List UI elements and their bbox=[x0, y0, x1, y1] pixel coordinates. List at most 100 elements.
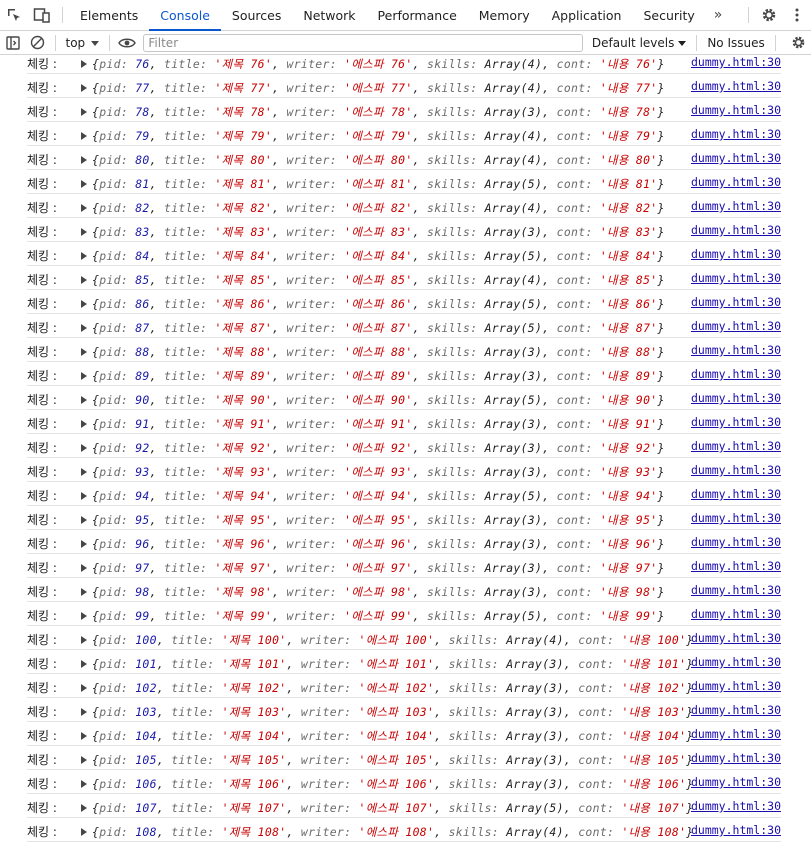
source-link[interactable]: dummy.html:30 bbox=[691, 727, 781, 741]
object-preview[interactable]: {pid: 95, title: '제목 95', writer: '에스파 9… bbox=[81, 512, 665, 528]
expand-triangle-icon[interactable] bbox=[81, 252, 87, 260]
object-preview[interactable]: {pid: 98, title: '제목 98', writer: '에스파 9… bbox=[81, 584, 665, 600]
expand-triangle-icon[interactable] bbox=[81, 636, 87, 644]
source-link[interactable]: dummy.html:30 bbox=[691, 799, 781, 813]
source-link[interactable]: dummy.html:30 bbox=[691, 583, 781, 597]
expand-triangle-icon[interactable] bbox=[81, 132, 87, 140]
source-link[interactable]: dummy.html:30 bbox=[691, 127, 781, 141]
log-levels-dropdown[interactable]: Default levels bbox=[592, 36, 687, 50]
source-link[interactable]: dummy.html:30 bbox=[691, 607, 781, 621]
tab-sources[interactable]: Sources bbox=[221, 0, 292, 30]
object-preview[interactable]: {pid: 77, title: '제목 77', writer: '에스파 7… bbox=[81, 80, 665, 96]
object-preview[interactable]: {pid: 92, title: '제목 92', writer: '에스파 9… bbox=[81, 440, 665, 456]
source-link[interactable]: dummy.html:30 bbox=[691, 511, 781, 525]
object-preview[interactable]: {pid: 79, title: '제목 79', writer: '에스파 7… bbox=[81, 128, 665, 144]
expand-triangle-icon[interactable] bbox=[81, 180, 87, 188]
filter-input[interactable] bbox=[143, 33, 583, 52]
expand-triangle-icon[interactable] bbox=[81, 108, 87, 116]
source-link[interactable]: dummy.html:30 bbox=[691, 55, 781, 69]
source-link[interactable]: dummy.html:30 bbox=[691, 775, 781, 789]
source-link[interactable]: dummy.html:30 bbox=[691, 367, 781, 381]
source-link[interactable]: dummy.html:30 bbox=[691, 271, 781, 285]
object-preview[interactable]: {pid: 91, title: '제목 91', writer: '에스파 9… bbox=[81, 416, 665, 432]
expand-triangle-icon[interactable] bbox=[81, 300, 87, 308]
tab-application[interactable]: Application bbox=[541, 0, 633, 30]
source-link[interactable]: dummy.html:30 bbox=[691, 703, 781, 717]
source-link[interactable]: dummy.html:30 bbox=[691, 79, 781, 93]
object-preview[interactable]: {pid: 82, title: '제목 82', writer: '에스파 8… bbox=[81, 200, 665, 216]
expand-triangle-icon[interactable] bbox=[81, 372, 87, 380]
expand-triangle-icon[interactable] bbox=[81, 588, 87, 596]
object-preview[interactable]: {pid: 105, title: '제목 105', writer: '에스파… bbox=[81, 752, 694, 768]
object-preview[interactable]: {pid: 85, title: '제목 85', writer: '에스파 8… bbox=[81, 272, 665, 288]
source-link[interactable]: dummy.html:30 bbox=[691, 199, 781, 213]
tab-network[interactable]: Network bbox=[292, 0, 366, 30]
source-link[interactable]: dummy.html:30 bbox=[691, 463, 781, 477]
tab-security[interactable]: Security bbox=[632, 0, 705, 30]
expand-triangle-icon[interactable] bbox=[81, 780, 87, 788]
source-link[interactable]: dummy.html:30 bbox=[691, 391, 781, 405]
source-link[interactable]: dummy.html:30 bbox=[691, 631, 781, 645]
object-preview[interactable]: {pid: 94, title: '제목 94', writer: '에스파 9… bbox=[81, 488, 665, 504]
object-preview[interactable]: {pid: 78, title: '제목 78', writer: '에스파 7… bbox=[81, 104, 665, 120]
object-preview[interactable]: {pid: 86, title: '제목 86', writer: '에스파 8… bbox=[81, 296, 665, 312]
source-link[interactable]: dummy.html:30 bbox=[691, 415, 781, 429]
expand-triangle-icon[interactable] bbox=[81, 684, 87, 692]
object-preview[interactable]: {pid: 106, title: '제목 106', writer: '에스파… bbox=[81, 776, 694, 792]
expand-triangle-icon[interactable] bbox=[81, 540, 87, 548]
source-link[interactable]: dummy.html:30 bbox=[691, 223, 781, 237]
source-link[interactable]: dummy.html:30 bbox=[691, 535, 781, 549]
tab-memory[interactable]: Memory bbox=[468, 0, 541, 30]
tab-console[interactable]: Console bbox=[149, 0, 221, 31]
source-link[interactable]: dummy.html:30 bbox=[691, 487, 781, 501]
expand-triangle-icon[interactable] bbox=[81, 732, 87, 740]
object-preview[interactable]: {pid: 99, title: '제목 99', writer: '에스파 9… bbox=[81, 608, 665, 624]
source-link[interactable]: dummy.html:30 bbox=[691, 247, 781, 261]
tab-performance[interactable]: Performance bbox=[367, 0, 468, 30]
object-preview[interactable]: {pid: 83, title: '제목 83', writer: '에스파 8… bbox=[81, 224, 665, 240]
expand-triangle-icon[interactable] bbox=[81, 804, 87, 812]
source-link[interactable]: dummy.html:30 bbox=[691, 823, 781, 837]
object-preview[interactable]: {pid: 103, title: '제목 103', writer: '에스파… bbox=[81, 704, 694, 720]
expand-triangle-icon[interactable] bbox=[81, 660, 87, 668]
object-preview[interactable]: {pid: 76, title: '제목 76', writer: '에스파 7… bbox=[81, 56, 665, 72]
expand-triangle-icon[interactable] bbox=[81, 276, 87, 284]
source-link[interactable]: dummy.html:30 bbox=[691, 103, 781, 117]
expand-triangle-icon[interactable] bbox=[81, 60, 87, 68]
expand-triangle-icon[interactable] bbox=[81, 564, 87, 572]
object-preview[interactable]: {pid: 107, title: '제목 107', writer: '에스파… bbox=[81, 800, 694, 816]
context-selector[interactable]: top bbox=[60, 36, 106, 50]
object-preview[interactable]: {pid: 100, title: '제목 100', writer: '에스파… bbox=[81, 632, 694, 648]
object-preview[interactable]: {pid: 97, title: '제목 97', writer: '에스파 9… bbox=[81, 560, 665, 576]
source-link[interactable]: dummy.html:30 bbox=[691, 295, 781, 309]
object-preview[interactable]: {pid: 87, title: '제목 87', writer: '에스파 8… bbox=[81, 320, 665, 336]
expand-triangle-icon[interactable] bbox=[81, 468, 87, 476]
source-link[interactable]: dummy.html:30 bbox=[691, 559, 781, 573]
expand-triangle-icon[interactable] bbox=[81, 420, 87, 428]
object-preview[interactable]: {pid: 108, title: '제목 108', writer: '에스파… bbox=[81, 824, 694, 840]
expand-triangle-icon[interactable] bbox=[81, 492, 87, 500]
expand-triangle-icon[interactable] bbox=[81, 516, 87, 524]
object-preview[interactable]: {pid: 80, title: '제목 80', writer: '에스파 8… bbox=[81, 152, 665, 168]
device-toolbar-icon[interactable] bbox=[28, 0, 56, 30]
expand-triangle-icon[interactable] bbox=[81, 204, 87, 212]
object-preview[interactable]: {pid: 96, title: '제목 96', writer: '에스파 9… bbox=[81, 536, 665, 552]
issues-button[interactable]: No Issues bbox=[707, 36, 764, 50]
source-link[interactable]: dummy.html:30 bbox=[691, 151, 781, 165]
object-preview[interactable]: {pid: 89, title: '제목 89', writer: '에스파 8… bbox=[81, 368, 665, 384]
expand-triangle-icon[interactable] bbox=[81, 156, 87, 164]
source-link[interactable]: dummy.html:30 bbox=[691, 343, 781, 357]
object-preview[interactable]: {pid: 102, title: '제목 102', writer: '에스파… bbox=[81, 680, 694, 696]
expand-triangle-icon[interactable] bbox=[81, 324, 87, 332]
object-preview[interactable]: {pid: 104, title: '제목 104', writer: '에스파… bbox=[81, 728, 694, 744]
object-preview[interactable]: {pid: 93, title: '제목 93', writer: '에스파 9… bbox=[81, 464, 665, 480]
object-preview[interactable]: {pid: 81, title: '제목 81', writer: '에스파 8… bbox=[81, 176, 665, 192]
object-preview[interactable]: {pid: 84, title: '제목 84', writer: '에스파 8… bbox=[81, 248, 665, 264]
inspect-element-icon[interactable] bbox=[0, 0, 28, 30]
object-preview[interactable]: {pid: 90, title: '제목 90', writer: '에스파 9… bbox=[81, 392, 665, 408]
expand-triangle-icon[interactable] bbox=[81, 84, 87, 92]
tab-elements[interactable]: Elements bbox=[69, 0, 149, 30]
source-link[interactable]: dummy.html:30 bbox=[691, 679, 781, 693]
expand-triangle-icon[interactable] bbox=[81, 828, 87, 836]
source-link[interactable]: dummy.html:30 bbox=[691, 751, 781, 765]
